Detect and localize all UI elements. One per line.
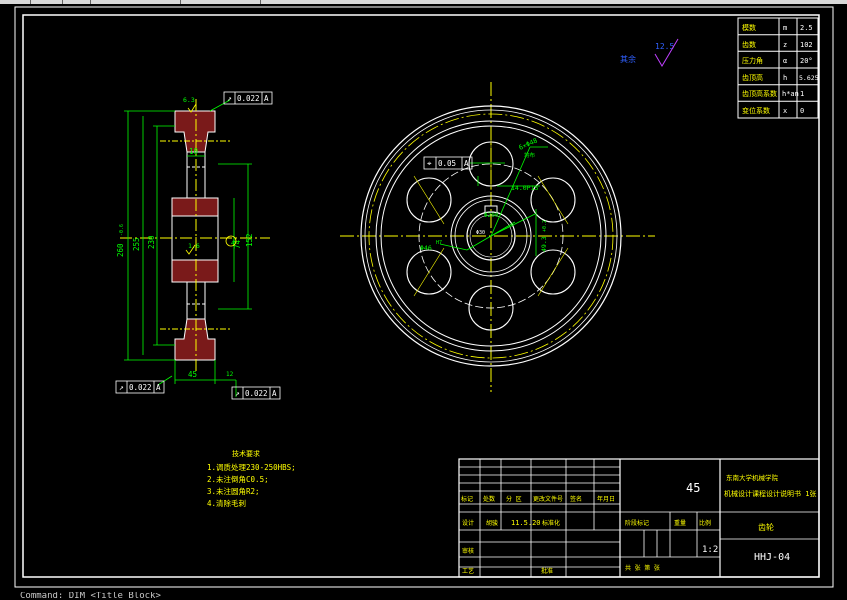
title-block-text: 45 东南大学机械学院 机械设计课程设计说明书 1张 齿轮 HHJ-04 1:2…	[461, 473, 816, 575]
dim-width-45: 45	[188, 370, 197, 379]
param-label: 齿数	[742, 40, 756, 49]
dim-diameter-260-tol: -0.6	[119, 224, 125, 236]
label-standardization: 标准化	[542, 519, 560, 527]
param-symbol: x	[783, 107, 787, 115]
designer-name: 胡骏	[486, 519, 498, 527]
dim-diameter-255: 255	[132, 237, 141, 251]
tech-requirements: 技术要求 1.调质处理230-250HBS; 2.未注倒角C0.5; 3.未注圆…	[207, 449, 296, 508]
param-symbol: h	[783, 74, 787, 82]
hole-dimension: 6×Φ48	[518, 137, 539, 152]
label-date: 年月日	[597, 495, 615, 503]
dim-chamfer-12: 12	[226, 371, 234, 378]
label-audit: 审核	[462, 547, 474, 555]
param-label: 模数	[742, 23, 756, 32]
gear-parameter-table	[737, 17, 819, 119]
tolerance-value: 0.022	[129, 383, 152, 392]
label-design: 设计	[462, 519, 474, 527]
front-view: 6×Φ48 均布 14.0P15 Φ46 H7 49.3 +0.2 Φ200 Φ…	[340, 82, 655, 392]
tech-requirement-item: 3.未注圆角R2;	[207, 486, 260, 496]
tip-roughness: 6.3	[183, 96, 195, 104]
scale-value: 1:2	[702, 545, 718, 555]
param-label: 齿顶高	[742, 73, 763, 82]
tolerance-value: 0.022	[245, 389, 268, 398]
param-value: 20°	[800, 57, 813, 65]
label-approve: 批准	[541, 567, 553, 575]
roughness-note: 其余 12.5	[620, 38, 679, 67]
tolerance-frame-right: ↗ 0.022 A	[231, 386, 281, 400]
bore-text: Φ30	[476, 230, 485, 236]
label-sheets: 共 张 第 张	[625, 564, 660, 572]
param-label: 变位系数	[742, 106, 770, 115]
rim-section-top	[174, 110, 216, 153]
param-value: 0	[800, 107, 804, 115]
position-icon: ⌖	[427, 159, 432, 168]
part-name: 齿轮	[758, 522, 774, 532]
status-text: Command: DIM <Title Block>	[20, 592, 161, 600]
bore-dimension: Φ46	[420, 244, 432, 252]
tech-requirement-item: 4.清除毛刺	[207, 498, 246, 508]
label-change-no: 更改文件号	[533, 495, 563, 503]
label-stage: 阶段标记	[625, 519, 649, 527]
keyway-dimension: 14.0P15	[511, 184, 538, 192]
tolerance-value: 0.022	[237, 94, 260, 103]
runout-icon: ↗	[119, 383, 124, 392]
dim-diameter-152: 152	[245, 233, 254, 247]
tolerance-datum: A	[264, 94, 269, 103]
param-symbol: m	[783, 24, 787, 32]
sheet-border-outer	[14, 6, 834, 588]
tech-requirement-item: 2.未注倒角C0.5;	[207, 474, 269, 484]
param-symbol: z	[783, 41, 787, 49]
key-depth-tolerance: +0.2	[542, 220, 548, 232]
label-zone: 分 区	[506, 495, 522, 503]
label-process: 工艺	[462, 567, 474, 575]
label-sign: 签名	[570, 495, 582, 503]
hub-section-bottom	[171, 259, 219, 283]
label-ratio: 比例	[699, 519, 711, 527]
drawing-number: HHJ-04	[754, 552, 790, 563]
runout-icon: ↗	[235, 389, 240, 398]
position-value: 0.05	[438, 159, 456, 168]
tolerance-frame-left: ↗ 0.022 A	[115, 380, 165, 394]
param-value: 1	[800, 90, 804, 98]
roughness-note-label: 其余	[620, 54, 636, 64]
tech-requirements-title: 技术要求	[232, 449, 260, 458]
key-depth-dimension: 49.3	[540, 236, 548, 252]
position-tolerance-frame: ⌖ 0.05 A	[423, 156, 473, 170]
param-value: 2.5	[800, 24, 813, 32]
design-date: 11.5.20	[511, 519, 541, 527]
label-mark: 标记	[461, 495, 473, 503]
param-label: 齿顶高系数	[742, 89, 777, 98]
section-view: 260 -0.6 255 230 74 152 10 45 12 1.6 6.3…	[115, 91, 281, 400]
param-symbol: α	[783, 57, 787, 65]
param-value: 102	[800, 41, 813, 49]
label-count: 处数	[483, 495, 495, 503]
param-value: 5.625	[799, 74, 819, 82]
material-label: 45	[686, 481, 700, 495]
rim-section-bottom	[174, 318, 216, 361]
param-label: 压力角	[742, 56, 763, 65]
project-label: 机械设计课程设计说明书 1张	[724, 489, 816, 498]
pcd-dimension: Φ200	[484, 212, 499, 219]
dim-web-10: 10	[189, 147, 199, 156]
tolerance-frame-top: ↗ 0.022 A	[223, 91, 273, 105]
cad-drawing[interactable]: 模数 m 2.5 齿数 z 102 压力角 α 20° 齿顶高 h 5.625 …	[0, 4, 847, 592]
tolerance-datum: A	[156, 383, 161, 392]
runout-icon: ↗	[227, 94, 232, 103]
school-label: 东南大学机械学院	[726, 473, 779, 482]
position-datum: A	[464, 159, 469, 168]
hub-section-top	[171, 197, 219, 217]
status-bar: Command: DIM <Title Block>	[0, 592, 847, 600]
dim-diameter-260: 260	[116, 243, 125, 257]
param-symbol: h*an	[782, 90, 799, 98]
label-weight: 重量	[674, 519, 686, 527]
tech-requirement-item: 1.调质处理230-250HBS;	[207, 462, 296, 472]
bore-tolerance: H7	[436, 240, 442, 246]
hole-dimension-sub: 均布	[524, 151, 536, 159]
tolerance-datum: A	[272, 389, 277, 398]
dim-diameter-230: 230	[147, 235, 156, 249]
